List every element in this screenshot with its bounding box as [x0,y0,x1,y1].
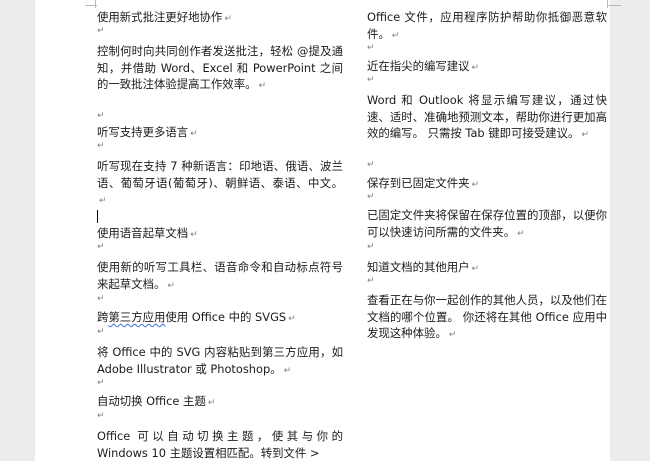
empty-paragraph: ↵ [367,192,375,202]
empty-paragraph: ↵ [97,294,105,304]
empty-paragraph: ↵ [367,75,375,85]
margin-guide-right [607,0,608,8]
margin-guide-left [95,0,96,8]
empty-paragraph: ↵ [367,43,375,53]
heading-voice-drafting: 使用语音起草文档 ↵ [97,226,198,240]
heading-writing-suggestions: 近在指尖的编写建议 ↵ [367,59,480,73]
empty-paragraph: ↵ [97,242,105,252]
paragraph-dictation-languages: 听写现在支持 7 种新语言：印地语、俄语、波兰语、葡萄牙语(葡萄牙)、朝鲜语、泰… [97,159,343,207]
paragraph-comments: 控制何时向共同创作者发送批注，轻松 @提及通知，并借助 Word、Excel 和… [97,44,343,92]
paragraph-other-users: 查看正在与你一起创作的其他人员，以及他们在文档的哪个位置。 你还将在其他 Off… [367,293,607,341]
empty-paragraph: ↵ [97,411,105,421]
heading-auto-theme: 自动切换 Office 主题 ↵ [97,394,216,408]
heading-comments: 使用新式批注更好地协作 ↵ [97,10,232,24]
empty-paragraph: ↵ [367,242,375,252]
empty-paragraph: ↵ [97,26,105,36]
empty-paragraph: ↵ [367,276,375,286]
empty-paragraph: ↵ [97,327,105,337]
heading-pinned-folders: 保存到已固定文件夹 ↵ [367,176,480,190]
empty-paragraph: ↵ [97,378,105,388]
spelling-squiggle: 第三方应用 [108,310,166,324]
heading-dictation-languages: 听写支持更多语言 ↵ [97,125,198,139]
paragraph-app-guard: Office 文件，应用程序防护帮助你抵御恶意软件。 ↵ [367,10,607,41]
empty-paragraph: ↵ [97,111,105,121]
heading-svg: 跨第三方应用使用 Office 中的 SVGS ↵ [97,310,296,324]
paragraph-svg: 将 Office 中的 SVG 内容粘贴到第三方应用，如 Adobe Illus… [97,345,343,376]
heading-other-users: 知道文档的其他用户 ↵ [367,260,480,274]
text-cursor [97,210,98,223]
paragraph-voice-drafting: 使用新的听写工具栏、语音命令和自动标点符号来起草文档。 ↵ [97,260,343,291]
document-page[interactable]: 使用新式批注更好地协作 ↵ ↵ 控制何时向共同创作者发送批注，轻松 @提及通知，并… [35,0,621,461]
empty-paragraph: ↵ [367,160,375,170]
margin-guide-top-right [607,5,621,6]
paragraph-auto-theme: Office 可以自动切换主题，使其与你的 Windows 10 主题设置相匹配… [97,429,343,460]
paragraph-pinned-folders: 已固定文件夹将保留在保存位置的顶部，以便你可以快速访问所需的文件夹。 ↵ [367,208,607,239]
empty-paragraph: ↵ [97,141,105,151]
paragraph-writing-suggestions: Word 和 Outlook 将显示编写建议，通过快速、适时、准确地预测文本，帮… [367,93,607,141]
